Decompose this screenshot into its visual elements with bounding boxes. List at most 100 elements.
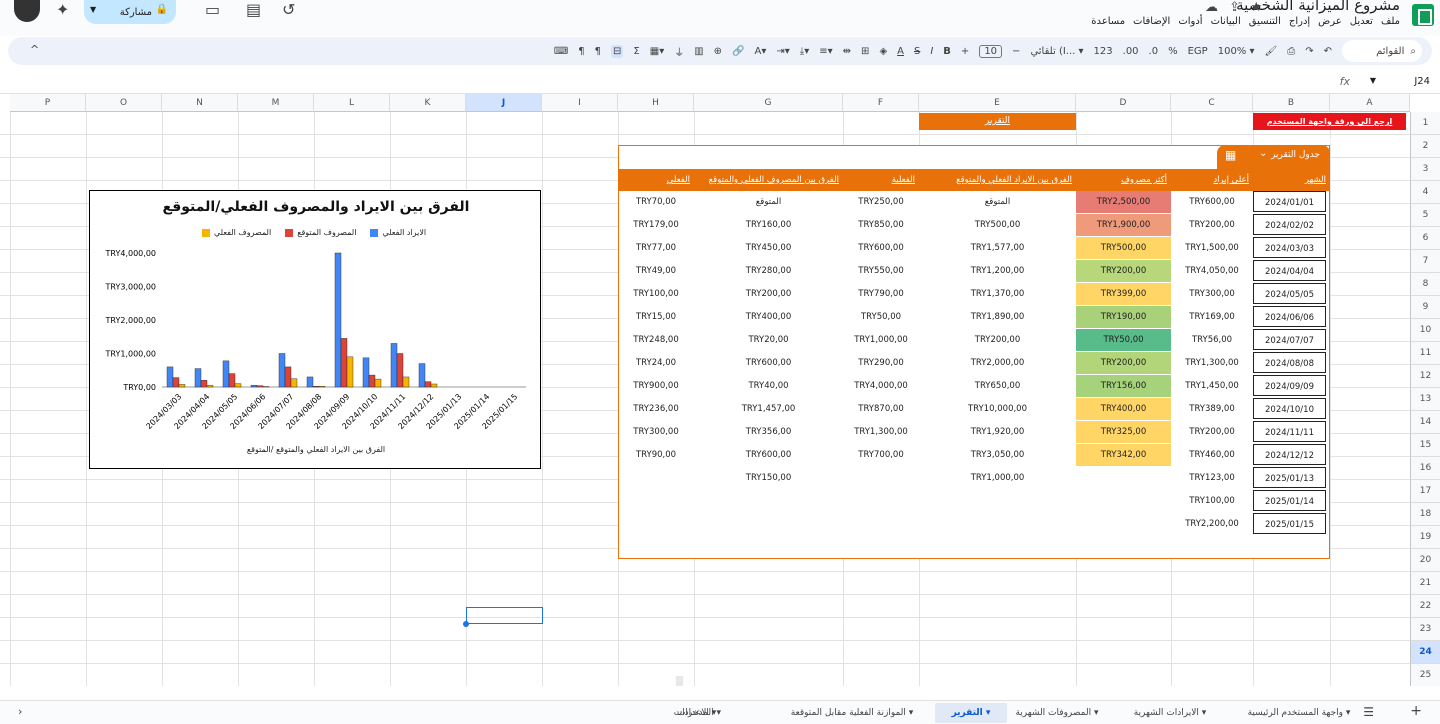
table-cell[interactable]: TRY248,00 bbox=[618, 329, 694, 351]
table-cell[interactable]: المتوقع bbox=[694, 191, 843, 213]
chevron-down-icon[interactable]: ⌄ bbox=[1259, 148, 1267, 159]
table-cell[interactable]: TRY650,00 bbox=[919, 375, 1076, 397]
table-cell[interactable]: TRY1,000,00 bbox=[843, 329, 919, 351]
valign-icon[interactable]: ⤓▾ bbox=[800, 46, 809, 57]
date-cell[interactable]: 2024/11/11 bbox=[1253, 421, 1326, 442]
history-icon[interactable]: ↺ bbox=[282, 0, 295, 19]
column-header-f[interactable]: F bbox=[843, 94, 919, 112]
table-cell[interactable] bbox=[843, 490, 919, 512]
date-cell[interactable]: 2025/01/14 bbox=[1253, 490, 1326, 511]
row-header-9[interactable]: 9 bbox=[1410, 296, 1440, 319]
column-header-g[interactable]: G bbox=[694, 94, 843, 112]
sheet-tab[interactable]: التقرير ▾ bbox=[935, 703, 1007, 723]
chart-icon[interactable]: ▥ bbox=[694, 46, 703, 57]
row-header-1[interactable]: 1 bbox=[1410, 112, 1440, 135]
functions-icon[interactable]: Σ bbox=[633, 46, 639, 57]
add-sheet-icon[interactable]: + bbox=[1410, 703, 1422, 719]
menu-item[interactable]: الإضافات bbox=[1133, 16, 1170, 27]
table-cell[interactable]: TRY150,00 bbox=[694, 467, 843, 489]
chevron-down-icon[interactable]: ▾ bbox=[906, 708, 914, 718]
table-cell[interactable]: TRY1,200,00 bbox=[919, 260, 1076, 282]
cloud-status-icon[interactable]: ☁ bbox=[1205, 0, 1218, 15]
row-header-24[interactable]: 24 bbox=[1410, 641, 1440, 664]
table-cell[interactable]: TRY100,00 bbox=[1171, 490, 1253, 512]
spreadsheet-grid[interactable]: ABCDEFGHIJKLMNOP 1 2 3 4 5 6 7 8 9 10 11 12 13 14 15 16… bbox=[0, 94, 1440, 686]
column-header-l[interactable]: L bbox=[314, 94, 390, 112]
row-header-25[interactable]: 25 bbox=[1410, 664, 1440, 686]
table-cell[interactable]: TRY100,00 bbox=[618, 283, 694, 305]
date-cell[interactable]: 2024/05/05 bbox=[1253, 283, 1326, 304]
selected-cell[interactable] bbox=[466, 607, 543, 624]
date-cell[interactable]: 2024/08/08 bbox=[1253, 352, 1326, 373]
sheet-tab[interactable]: المصروفات الشهرية ▾ bbox=[1006, 703, 1108, 723]
table-cell[interactable]: TRY179,00 bbox=[618, 214, 694, 236]
text-color-button[interactable]: A bbox=[897, 46, 904, 57]
date-cell[interactable]: 2024/09/09 bbox=[1253, 375, 1326, 396]
bold-button[interactable]: B bbox=[943, 46, 951, 57]
table-cell[interactable]: TRY169,00 bbox=[1171, 306, 1253, 328]
row-header-23[interactable]: 23 bbox=[1410, 618, 1440, 641]
column-header-o[interactable]: O bbox=[86, 94, 162, 112]
menu-item[interactable]: عرض bbox=[1318, 16, 1342, 27]
date-cell[interactable]: 2024/06/06 bbox=[1253, 306, 1326, 327]
table-cell[interactable]: TRY600,00 bbox=[694, 444, 843, 466]
print-icon[interactable]: ⎙ bbox=[1287, 46, 1295, 57]
table-cell[interactable]: TRY56,00 bbox=[1171, 329, 1253, 351]
table-cell[interactable]: TRY342,00 bbox=[1076, 444, 1171, 466]
paint-format-icon[interactable]: 🖌 bbox=[1265, 46, 1278, 57]
table-cell[interactable]: TRY123,00 bbox=[1171, 467, 1253, 489]
table-cell[interactable]: TRY400,00 bbox=[1076, 398, 1171, 420]
table-cell[interactable]: TRY1,370,00 bbox=[919, 283, 1076, 305]
table-cell[interactable]: TRY50,00 bbox=[1076, 329, 1171, 351]
table-cell[interactable]: TRY850,00 bbox=[843, 214, 919, 236]
table-cell[interactable]: TRY40,00 bbox=[694, 375, 843, 397]
row-header-11[interactable]: 11 bbox=[1410, 342, 1440, 365]
table-cell[interactable]: TRY200,00 bbox=[1076, 352, 1171, 374]
table-cell[interactable]: TRY600,00 bbox=[843, 237, 919, 259]
table-name-tab[interactable]: جدول التقرير ⌄ ▦ bbox=[1217, 145, 1330, 169]
row-header-13[interactable]: 13 bbox=[1410, 388, 1440, 411]
star-icon[interactable]: ★ bbox=[1250, 0, 1262, 15]
table-cell[interactable]: TRY3,050,00 bbox=[919, 444, 1076, 466]
date-cell[interactable]: 2024/02/02 bbox=[1253, 214, 1326, 235]
table-cell[interactable] bbox=[618, 490, 694, 512]
avatar[interactable] bbox=[14, 0, 40, 22]
collapse-menus-icon[interactable]: ^ bbox=[30, 43, 39, 56]
table-cell[interactable]: TRY400,00 bbox=[694, 306, 843, 328]
table-cell[interactable]: TRY250,00 bbox=[843, 191, 919, 213]
table-cell[interactable] bbox=[694, 513, 843, 535]
table-cell[interactable]: TRY356,00 bbox=[694, 421, 843, 443]
row-header-15[interactable]: 15 bbox=[1410, 434, 1440, 457]
fill-handle[interactable] bbox=[463, 621, 469, 627]
table-cell[interactable]: TRY200,00 bbox=[1171, 214, 1253, 236]
zoom-select[interactable]: 100% ▾ bbox=[1218, 46, 1255, 57]
column-header-a[interactable]: A bbox=[1330, 94, 1410, 112]
rtl-icon[interactable]: ¶ bbox=[578, 46, 584, 57]
table-header-cell[interactable]: الفعلي bbox=[622, 169, 690, 191]
column-header-k[interactable]: K bbox=[390, 94, 466, 112]
column-header-i[interactable]: I bbox=[542, 94, 618, 112]
menu-item[interactable]: مساعدة bbox=[1091, 16, 1125, 27]
table-cell[interactable] bbox=[843, 513, 919, 535]
table-cell[interactable]: TRY790,00 bbox=[843, 283, 919, 305]
row-header-3[interactable]: 3 bbox=[1410, 158, 1440, 181]
table-cell[interactable]: TRY900,00 bbox=[618, 375, 694, 397]
font-decrease-icon[interactable]: − bbox=[1012, 46, 1020, 57]
table-cell[interactable]: TRY50,00 bbox=[843, 306, 919, 328]
date-cell[interactable]: 2024/10/10 bbox=[1253, 398, 1326, 419]
table-cell[interactable]: TRY4,050,00 bbox=[1171, 260, 1253, 282]
chevron-down-icon[interactable]: ▼ bbox=[1370, 76, 1376, 85]
chevron-down-icon[interactable]: ▾ bbox=[1199, 708, 1207, 718]
table-cell[interactable]: TRY15,00 bbox=[618, 306, 694, 328]
table-cell[interactable]: المتوقع bbox=[919, 191, 1076, 213]
fill-color-icon[interactable]: ◈ bbox=[879, 46, 887, 57]
table-cell[interactable]: TRY389,00 bbox=[1171, 398, 1253, 420]
row-header-10[interactable]: 10 bbox=[1410, 319, 1440, 342]
sheet-tab[interactable]: الايرادات الشهرية ▾ bbox=[1118, 703, 1222, 723]
table-cell[interactable]: TRY200,00 bbox=[919, 329, 1076, 351]
chevron-down-icon[interactable]: ▼ bbox=[90, 5, 96, 14]
menu-item[interactable]: أدوات bbox=[1178, 16, 1202, 27]
align-icon[interactable]: ≡▾ bbox=[819, 46, 832, 57]
table-header-cell[interactable]: أكثر مصروف bbox=[1080, 169, 1167, 191]
report-link[interactable]: التقرير bbox=[919, 113, 1076, 130]
